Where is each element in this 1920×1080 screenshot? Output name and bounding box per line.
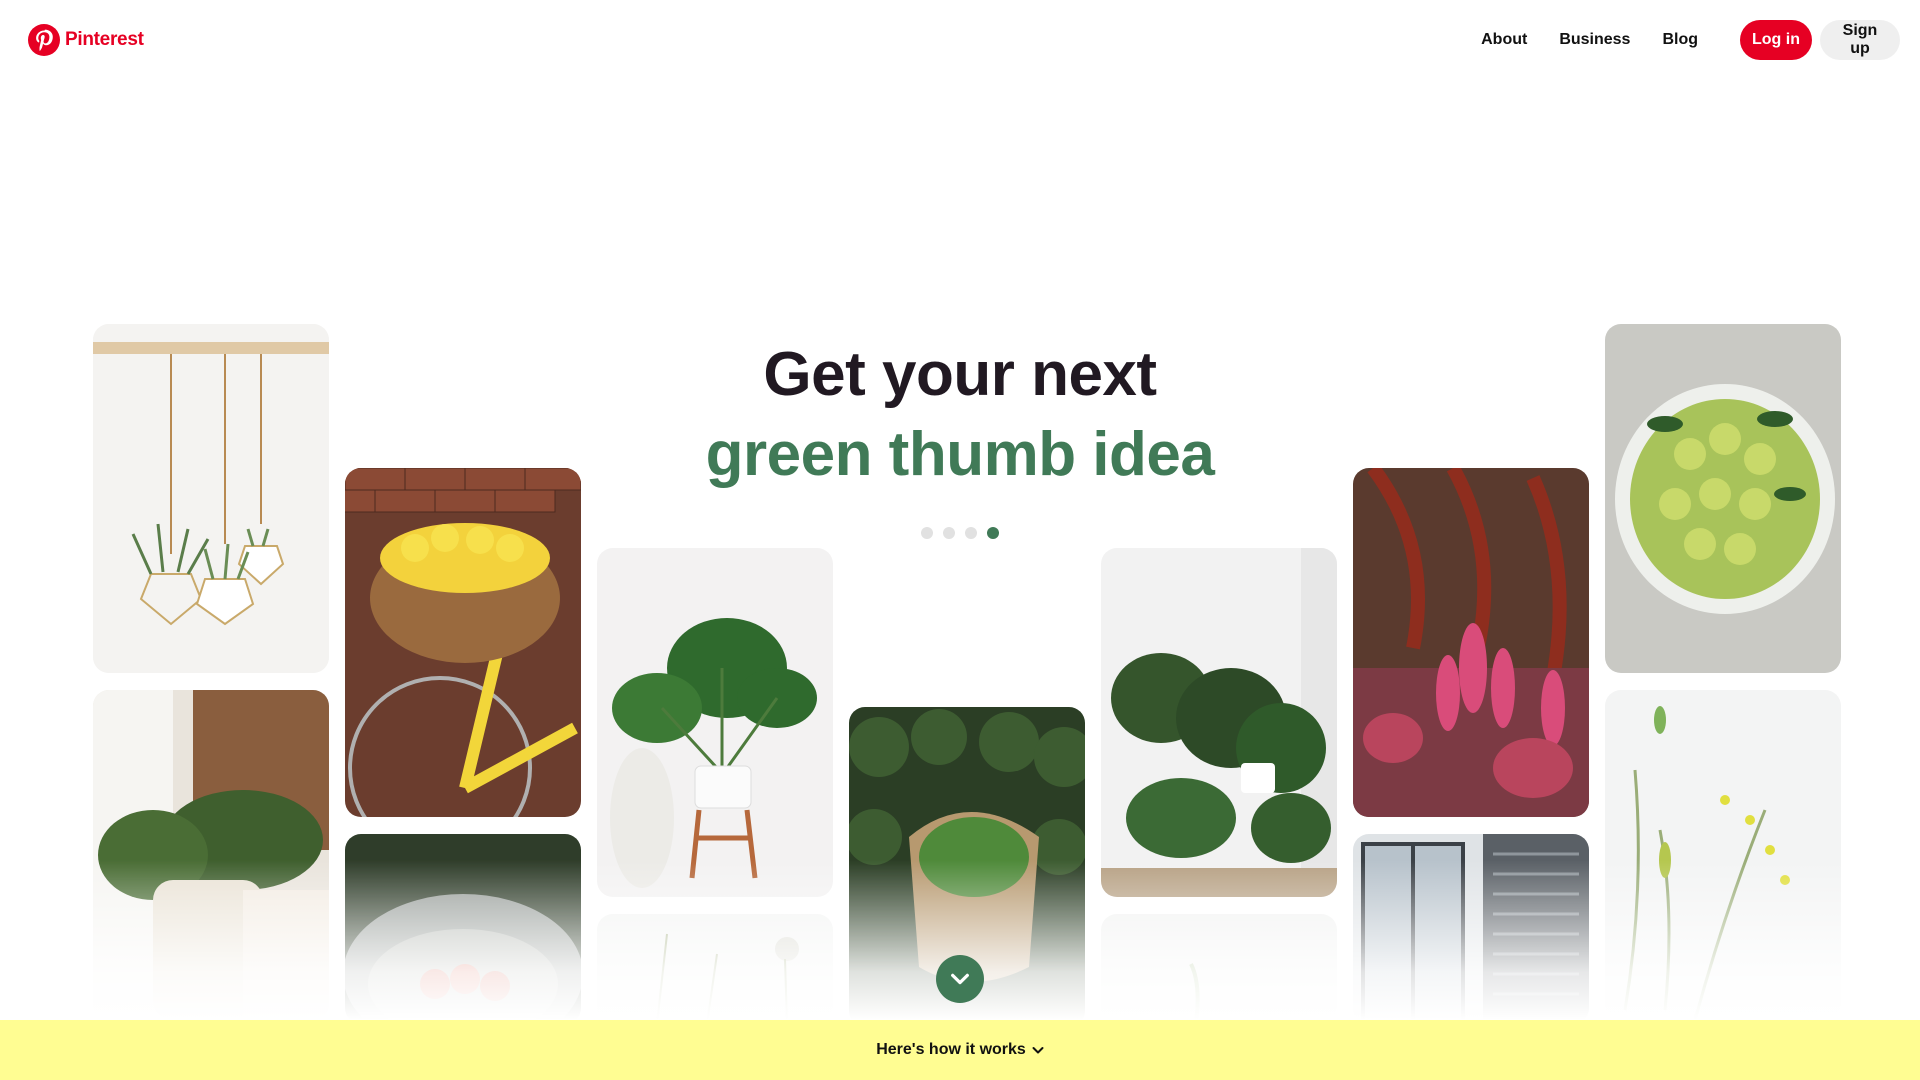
carousel-dot-active[interactable] — [987, 527, 999, 539]
monstera-image — [597, 548, 833, 897]
carousel-dot[interactable] — [921, 527, 933, 539]
yellow-bicycle-image — [345, 468, 581, 817]
indoor-plants-image — [1101, 548, 1337, 897]
pin-indoor-plants[interactable] — [1101, 548, 1337, 897]
window-shutters-image — [1353, 834, 1589, 1024]
how-it-works-bar[interactable]: Here's how it works — [0, 1020, 1920, 1080]
login-button[interactable]: Log in — [1740, 20, 1812, 60]
nav-blog-link[interactable]: Blog — [1646, 23, 1714, 57]
red-flowers-image — [1353, 468, 1589, 817]
pinterest-logo-icon — [28, 24, 60, 56]
how-it-works-label: Here's how it works — [876, 1041, 1026, 1058]
pinterest-logo[interactable]: Pinterest — [28, 24, 144, 56]
chevron-down-icon — [951, 973, 969, 985]
pressed-flowers-image — [597, 914, 833, 1024]
signup-button[interactable]: Sign up — [1820, 20, 1900, 60]
pin-pressed-flowers[interactable] — [597, 914, 833, 1024]
pin-apples-tub[interactable] — [345, 834, 581, 1024]
pin-air-plants[interactable] — [93, 324, 329, 673]
pin-botanical-flowers[interactable] — [1605, 690, 1841, 1020]
pin-kale-bag[interactable] — [93, 690, 329, 1020]
scroll-down-button[interactable] — [936, 955, 984, 1003]
small-plant-image — [1101, 914, 1337, 1024]
carousel-dot[interactable] — [943, 527, 955, 539]
carousel-dot[interactable] — [965, 527, 977, 539]
chevron-down-icon — [1032, 1047, 1044, 1054]
botanical-flowers-image — [1605, 690, 1841, 1020]
pin-monstera[interactable] — [597, 548, 833, 897]
air-plants-image — [93, 324, 329, 673]
header: Pinterest About Business Blog Log in Sig… — [0, 0, 1920, 80]
pin-small-plant[interactable] — [1101, 914, 1337, 1024]
green-pears-image — [1605, 324, 1841, 673]
pin-green-pears[interactable] — [1605, 324, 1841, 673]
apples-tub-image — [345, 834, 581, 1024]
pin-window-shutters[interactable] — [1353, 834, 1589, 1024]
pin-red-flowers[interactable] — [1353, 468, 1589, 817]
pin-yellow-bicycle[interactable] — [345, 468, 581, 817]
kale-bag-image — [93, 690, 329, 1020]
brand-name: Pinterest — [65, 29, 144, 50]
nav-about-link[interactable]: About — [1465, 23, 1543, 57]
top-nav: About Business Blog Log in Sign up — [1465, 20, 1900, 60]
nav-business-link[interactable]: Business — [1543, 23, 1646, 57]
